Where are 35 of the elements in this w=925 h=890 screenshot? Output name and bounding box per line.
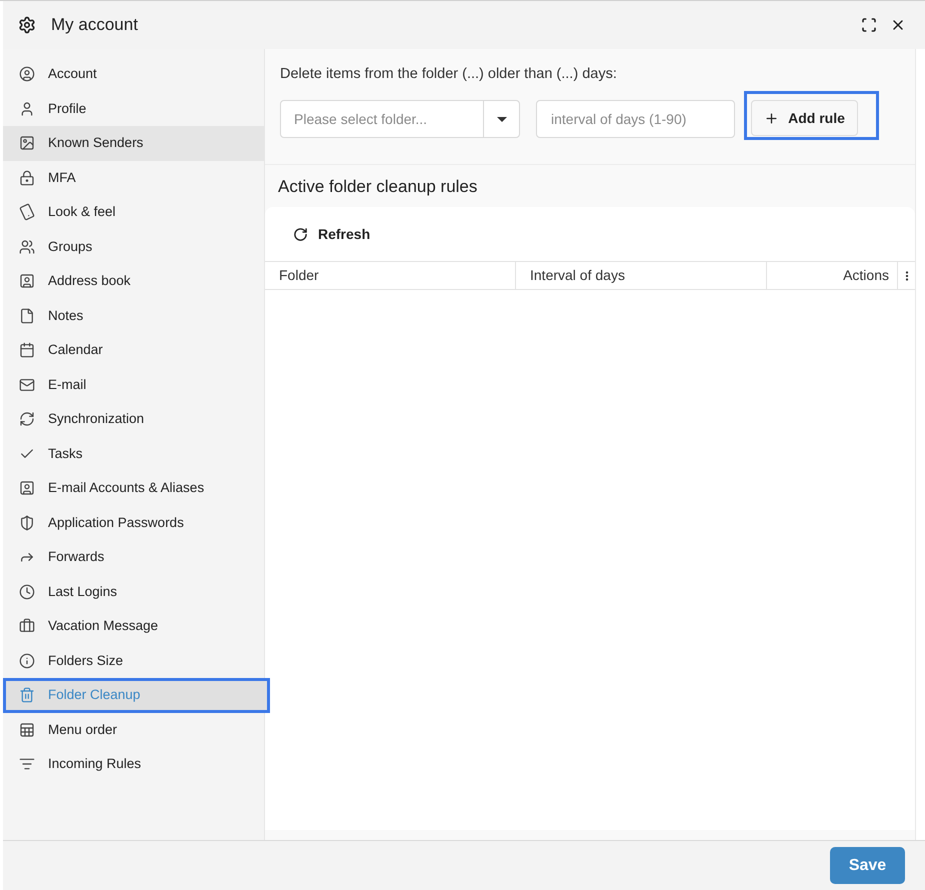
- refresh-button[interactable]: Refresh: [293, 224, 370, 244]
- mail-icon: [19, 376, 35, 393]
- table-icon: [19, 722, 35, 738]
- contact-card-icon: [19, 273, 35, 290]
- calendar-icon: [19, 342, 35, 358]
- image-icon: [19, 135, 35, 152]
- section-title: Active folder cleanup rules: [277, 177, 478, 197]
- column-header[interactable]: Folder: [265, 262, 516, 289]
- add-rule-button[interactable]: Add rule: [751, 100, 858, 136]
- user-icon: [19, 100, 35, 117]
- info-icon: [19, 652, 35, 669]
- trash-icon: [19, 687, 35, 704]
- lock-icon: [19, 170, 35, 186]
- window-title: My account: [51, 14, 138, 36]
- clock-icon: [19, 584, 35, 600]
- filter-icon: [19, 756, 35, 772]
- sync-icon: [19, 411, 35, 428]
- maximize-button[interactable]: [860, 16, 878, 34]
- briefcase-icon: [19, 618, 35, 634]
- file-icon: [19, 308, 35, 324]
- user-circle-icon: [19, 66, 35, 82]
- plus-icon: [764, 110, 780, 126]
- rule-description: Delete items from the folder (...) older than (...) days:: [280, 65, 618, 83]
- days-input[interactable]: interval of days (1-90): [536, 100, 735, 138]
- shield-icon: [19, 514, 35, 531]
- maximize-icon: [861, 17, 877, 33]
- settings-icon: [18, 16, 36, 34]
- sidebar-item[interactable]: Known Senders: [3, 126, 264, 160]
- caret-icon: [496, 116, 506, 122]
- column-header[interactable]: Interval of days: [516, 262, 767, 289]
- contact-card-icon: [19, 480, 35, 496]
- save-button[interactable]: Save: [830, 847, 905, 884]
- users-icon: [19, 238, 35, 255]
- refresh-icon: [293, 226, 308, 242]
- column-header[interactable]: Actions: [767, 262, 898, 289]
